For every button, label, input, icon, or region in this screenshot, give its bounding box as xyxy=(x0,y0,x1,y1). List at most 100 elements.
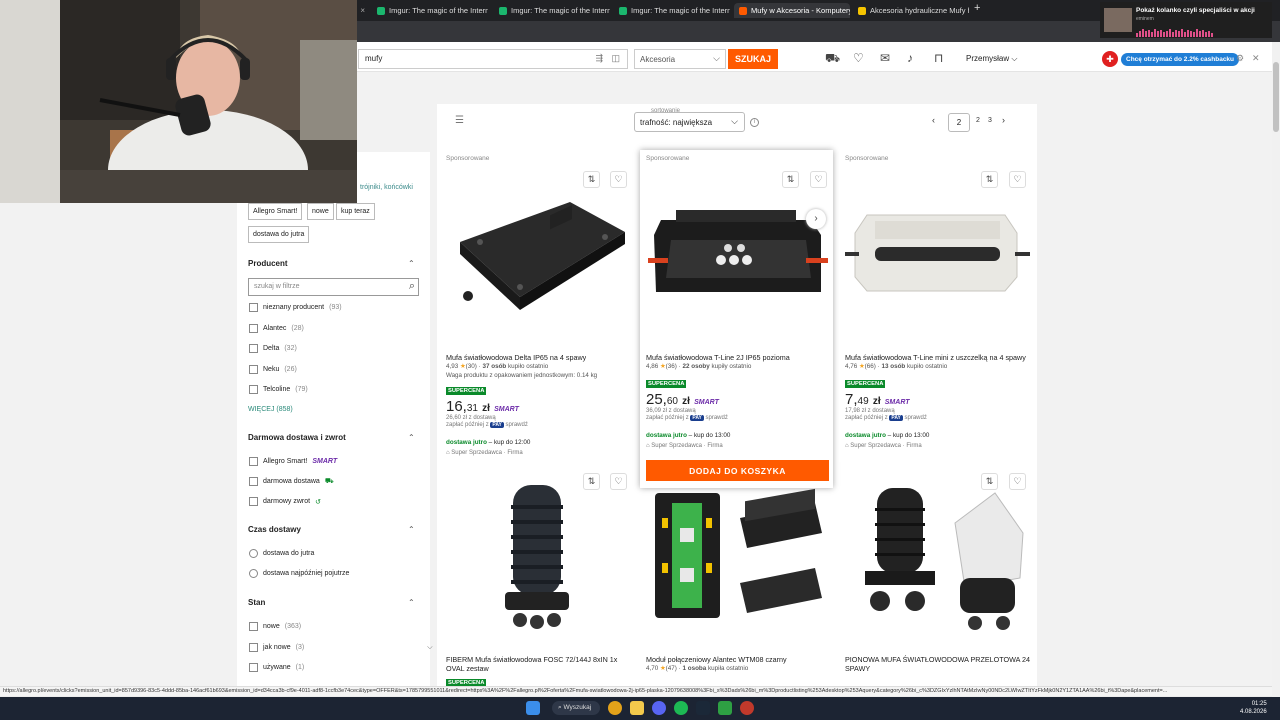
scrollbar-thumb[interactable] xyxy=(1273,62,1279,132)
steam-icon[interactable] xyxy=(696,701,710,715)
next-image-button[interactable]: › xyxy=(806,209,826,229)
discord-icon[interactable] xyxy=(652,701,666,715)
checkbox[interactable] xyxy=(249,324,258,333)
product-image[interactable] xyxy=(646,200,828,305)
cashback-extension-icon[interactable]: ✚ xyxy=(1102,51,1118,67)
search-input[interactable]: mufy ⇶ ◫ xyxy=(358,49,628,69)
filter-option[interactable]: używane (1) xyxy=(249,663,304,672)
new-tab-button[interactable]: + xyxy=(974,2,980,14)
chevron-up-icon[interactable]: ⌃ xyxy=(408,259,415,268)
product-image[interactable] xyxy=(495,480,580,635)
windows-start-icon[interactable] xyxy=(526,701,540,715)
filter-option[interactable]: Neku (26) xyxy=(249,365,297,374)
radio[interactable] xyxy=(249,569,258,578)
messages-icon[interactable]: ✉ xyxy=(880,51,890,65)
filter-option[interactable]: nieznany producent (93) xyxy=(249,303,342,312)
next-page-button[interactable]: › xyxy=(1002,115,1005,125)
checkbox[interactable] xyxy=(249,365,258,374)
checkbox[interactable] xyxy=(249,344,258,353)
page-link[interactable]: 2 xyxy=(976,117,980,124)
heart-icon[interactable]: ♡ xyxy=(810,171,827,188)
chevron-up-icon[interactable]: ⌃ xyxy=(408,433,415,442)
category-select[interactable]: Akcesoria ⌵ xyxy=(634,49,726,69)
filter-option[interactable]: Alantec (28) xyxy=(249,324,304,333)
product-image[interactable] xyxy=(845,483,1030,633)
checkbox[interactable] xyxy=(249,622,258,631)
filter-option[interactable]: dostawa najpóźniej pojutrze xyxy=(249,569,349,578)
filter-chip[interactable]: Allegro Smart! xyxy=(248,203,303,220)
filter-option[interactable]: dostawa do jutra xyxy=(249,549,314,558)
compare-icon[interactable]: ⇅ xyxy=(782,171,799,188)
filter-section-title[interactable]: Stan xyxy=(248,598,265,607)
info-icon[interactable]: i xyxy=(750,118,759,127)
filter-option[interactable]: Allegro Smart! SMART xyxy=(249,457,337,466)
filter-chip[interactable]: kup teraz xyxy=(336,203,375,220)
filter-chip[interactable]: nowe xyxy=(307,203,334,220)
play-icon[interactable] xyxy=(718,701,732,715)
product-title[interactable]: PIONOWA MUFA ŚWIATŁOWODOWA PRZELOTOWA 24… xyxy=(845,655,1035,673)
tab-close-prev[interactable]: × xyxy=(357,3,365,18)
page-number-input[interactable]: 2 xyxy=(948,113,970,132)
checkbox[interactable] xyxy=(249,303,258,312)
delivery-truck-icon[interactable]: ⛟ xyxy=(825,51,840,67)
heart-icon[interactable]: ♡ xyxy=(853,51,864,65)
browser-tab[interactable]: Akcesoria hydrauliczne Mufy h × xyxy=(853,3,969,18)
chevron-up-icon[interactable]: ⌃ xyxy=(408,598,415,607)
filter-section-title[interactable]: Darmowa dostawa i zwrot xyxy=(248,433,346,442)
category-link[interactable]: trójniki, końcówki xyxy=(360,184,413,191)
product-image[interactable] xyxy=(650,488,825,623)
filter-option[interactable]: darmowy zwrot ↺ xyxy=(249,497,321,506)
filter-option[interactable]: jak nowe (3) ⌵ xyxy=(249,643,433,652)
filter-search-input[interactable]: szukaj w filtrze ⌕ xyxy=(248,278,419,296)
compare-icon[interactable]: ⇅ xyxy=(981,171,998,188)
checkbox[interactable] xyxy=(249,457,258,466)
product-title[interactable]: Moduł połączeniowy Alantec WTM08 czarny xyxy=(646,655,787,664)
prev-page-button[interactable]: ‹ xyxy=(932,115,935,125)
filter-option[interactable]: darmowa dostawa ⛟ xyxy=(249,477,334,486)
compare-icon[interactable]: ⇅ xyxy=(583,171,600,188)
product-image[interactable] xyxy=(845,205,1030,300)
chevron-down-icon[interactable]: ⌵ xyxy=(427,644,432,652)
user-menu[interactable]: Przemysław ⌵ xyxy=(966,54,1017,64)
filter-section-title[interactable]: Producent xyxy=(248,259,288,268)
browser-tab[interactable]: Imgur: The magic of the Interne × xyxy=(614,3,730,18)
cart-icon[interactable]: ⊓ xyxy=(934,51,943,65)
bell-icon[interactable]: ♪ xyxy=(907,51,913,65)
browser-tab-active[interactable]: Mufy w Akcesoria - Komputery × xyxy=(734,3,850,18)
checkbox[interactable] xyxy=(249,477,258,486)
product-title[interactable]: Mufa światłowodowa T-Line 2J IP65 poziom… xyxy=(646,353,790,362)
list-view-icon[interactable]: ☰ xyxy=(455,115,464,126)
page-scrollbar[interactable] xyxy=(1272,42,1280,697)
sort-select[interactable]: trafność: największa ⌵ xyxy=(634,112,745,132)
chevron-up-icon[interactable]: ⌃ xyxy=(408,525,415,534)
product-image[interactable] xyxy=(450,192,630,322)
checkbox[interactable] xyxy=(249,663,258,672)
search-tools-icon[interactable]: ⇶ ◫ xyxy=(595,53,623,64)
folder-icon[interactable] xyxy=(630,701,644,715)
filter-option[interactable]: Telcoline (79) xyxy=(249,385,308,394)
spotify-icon[interactable] xyxy=(674,701,688,715)
app-icon[interactable] xyxy=(740,701,754,715)
compare-icon[interactable]: ⇅ xyxy=(583,473,600,490)
chrome-icon[interactable] xyxy=(608,701,622,715)
search-button[interactable]: SZUKAJ xyxy=(728,49,778,69)
filter-section-title[interactable]: Czas dostawy xyxy=(248,525,301,534)
add-to-cart-button[interactable]: DODAJ DO KOSZYKA xyxy=(646,460,829,481)
product-title[interactable]: FIBERM Mufa światłowodowa FOSC 72/144J 8… xyxy=(446,655,626,673)
heart-icon[interactable]: ♡ xyxy=(1009,171,1026,188)
radio[interactable] xyxy=(249,549,258,558)
filter-option[interactable]: nowe (363) xyxy=(249,622,301,631)
browser-tab[interactable]: Imgur: The magic of the Interne × xyxy=(494,3,610,18)
heart-icon[interactable]: ♡ xyxy=(610,171,627,188)
heart-icon[interactable]: ♡ xyxy=(610,473,627,490)
gear-icon[interactable]: ⚙ xyxy=(1236,53,1244,64)
page-link[interactable]: 3 xyxy=(988,117,992,124)
product-title[interactable]: Mufa światłowodowa T-Line mini z uszczel… xyxy=(845,353,1026,362)
checkbox[interactable] xyxy=(249,385,258,394)
taskbar-search[interactable]: ⌕ Wyszukaj xyxy=(552,701,600,715)
checkbox[interactable] xyxy=(249,643,258,652)
close-icon[interactable]: ✕ xyxy=(1252,53,1260,64)
show-more-link[interactable]: WIĘCEJ (858) xyxy=(248,406,293,413)
cashback-button[interactable]: Chcę otrzymać do 2.2% cashbacku xyxy=(1121,53,1240,66)
checkbox[interactable] xyxy=(249,497,258,506)
